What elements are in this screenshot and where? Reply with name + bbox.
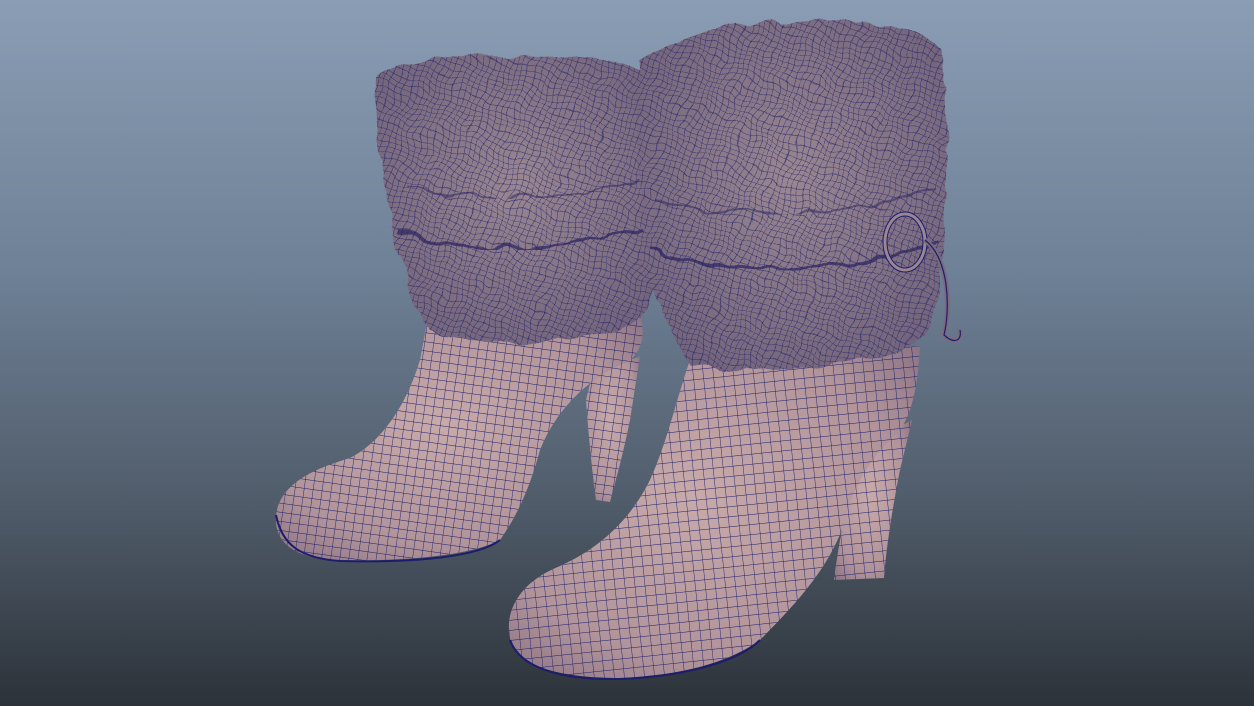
left-boot-shaft [275,314,643,563]
left-boot[interactable] [275,55,661,563]
boots-model[interactable] [0,0,1254,706]
3d-viewport[interactable] [0,0,1254,706]
right-boot-fur-cuff [638,21,947,370]
left-boot-fur-cuff [375,55,661,344]
